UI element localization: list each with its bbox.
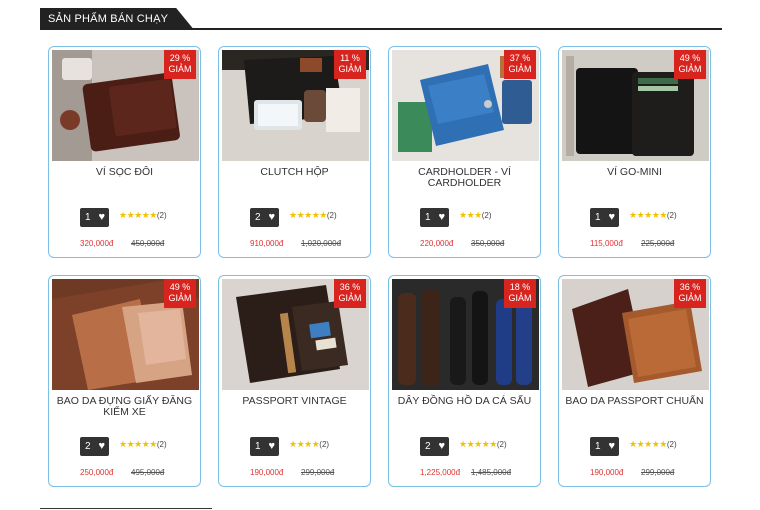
discount-badge: 36 % GIẢM [334, 279, 366, 308]
sale-price: 250,000đ [80, 468, 114, 477]
original-price: 1,020,000đ [301, 239, 342, 248]
product-card[interactable]: 49 % GIẢM VÍ GO-MINI 1 ♥ ★★★★★(2) 115,000đ… [558, 46, 711, 258]
wishlist-count: 1 [425, 212, 431, 223]
product-name[interactable]: VÍ GO-MINI [565, 167, 704, 178]
review-count: (2) [326, 211, 337, 220]
heart-icon: ♥ [438, 211, 445, 223]
discount-badge: 36 % GIẢM [674, 279, 706, 308]
review-count: (2) [319, 440, 330, 449]
star-rating-icon: ★★★★★ [289, 210, 327, 220]
review-count: (2) [156, 440, 167, 449]
star-rating-icon: ★★★★★ [629, 210, 667, 220]
star-rating-icon: ★★★★★ [119, 210, 157, 220]
rating: ★★★★★(2) [629, 438, 677, 451]
wishlist-count: 2 [425, 441, 431, 452]
product-grid: 29 % GIẢM VÍ SỌC ĐÔI 1 ♥ ★★★★★(2) 320,000đ… [48, 46, 716, 487]
wishlist-count: 2 [255, 212, 261, 223]
star-rating-icon: ★★★★★ [119, 439, 157, 449]
wishlist-count: 2 [85, 441, 91, 452]
product-card[interactable]: 18 % GIẢM DÂY ĐỒNG HỒ DA CÁ SẤU 2 ♥ ★★★★★(… [388, 275, 541, 487]
star-rating-icon: ★★★ [459, 210, 482, 220]
add-to-wishlist-button[interactable]: 1 ♥ [590, 208, 619, 227]
discount-badge: 49 % GIẢM [164, 279, 196, 308]
product-card[interactable]: 11 % GIẢM CLUTCH HỘP 2 ♥ ★★★★★(2) 910,000đ… [218, 46, 371, 258]
discount-badge: 29 % GIẢM [164, 50, 196, 79]
heart-icon: ♥ [98, 440, 105, 452]
discount-badge: 18 % GIẢM [504, 279, 536, 308]
add-to-wishlist-button[interactable]: 1 ♥ [80, 208, 109, 227]
original-price: 495,000đ [131, 468, 165, 477]
review-count: (2) [666, 440, 677, 449]
rating: ★★★★★(2) [119, 438, 167, 451]
rating: ★★★★(2) [289, 438, 329, 451]
sale-price: 190,000đ [250, 468, 284, 477]
wishlist-count: 1 [595, 212, 601, 223]
discount-badge: 11 % GIẢM [334, 50, 366, 79]
review-count: (2) [481, 211, 492, 220]
product-name[interactable]: CLUTCH HỘP [225, 167, 364, 178]
sale-price: 910,000đ [250, 239, 284, 248]
add-to-wishlist-button[interactable]: 1 ♥ [590, 437, 619, 456]
product-card[interactable]: 36 % GIẢM PASSPORT VINTAGE 1 ♥ ★★★★(2) 190… [218, 275, 371, 487]
section-title: SẢN PHẨM BÁN CHẠY [40, 8, 194, 30]
product-name[interactable]: DÂY ĐỒNG HỒ DA CÁ SẤU [395, 396, 534, 407]
add-to-wishlist-button[interactable]: 2 ♥ [80, 437, 109, 456]
heart-icon: ♥ [268, 440, 275, 452]
add-to-wishlist-button[interactable]: 2 ♥ [420, 437, 449, 456]
heart-icon: ♥ [98, 211, 105, 223]
wishlist-count: 1 [595, 441, 601, 452]
product-name[interactable]: PASSPORT VINTAGE [225, 396, 364, 407]
star-rating-icon: ★★★★ [289, 439, 320, 449]
product-card[interactable]: 29 % GIẢM VÍ SỌC ĐÔI 1 ♥ ★★★★★(2) 320,000đ… [48, 46, 201, 258]
original-price: 299,000đ [641, 468, 675, 477]
heart-icon: ♥ [608, 211, 615, 223]
heart-icon: ♥ [268, 211, 275, 223]
add-to-wishlist-button[interactable]: 2 ♥ [250, 208, 279, 227]
original-price: 350,000đ [471, 239, 505, 248]
original-price: 450,000đ [131, 239, 165, 248]
sale-price: 115,000đ [590, 239, 623, 248]
star-rating-icon: ★★★★★ [459, 439, 497, 449]
divider [40, 508, 212, 509]
product-name[interactable]: CARDHOLDER - VÍ CARDHOLDER [395, 167, 534, 189]
add-to-wishlist-button[interactable]: 1 ♥ [420, 208, 449, 227]
original-price: 225,000đ [641, 239, 675, 248]
discount-badge: 49 % GIẢM [674, 50, 706, 79]
product-card[interactable]: 49 % GIẢM BAO DA ĐỰNG GIẤY ĐĂNG KIỂM XE 2… [48, 275, 201, 487]
product-name[interactable]: BAO DA PASSPORT CHUẨN [565, 396, 704, 407]
rating: ★★★(2) [459, 209, 492, 222]
star-rating-icon: ★★★★★ [629, 439, 667, 449]
original-price: 1,485,000đ [471, 468, 512, 477]
product-name[interactable]: VÍ SỌC ĐÔI [55, 167, 194, 178]
add-to-wishlist-button[interactable]: 1 ♥ [250, 437, 279, 456]
discount-badge: 37 % GIẢM [504, 50, 536, 79]
product-name[interactable]: BAO DA ĐỰNG GIẤY ĐĂNG KIỂM XE [55, 396, 194, 418]
review-count: (2) [156, 211, 167, 220]
rating: ★★★★★(2) [629, 209, 677, 222]
sale-price: 220,000đ [420, 239, 454, 248]
sale-price: 1,225,000đ [420, 468, 461, 477]
wishlist-count: 1 [85, 212, 91, 223]
review-count: (2) [496, 440, 507, 449]
rating: ★★★★★(2) [459, 438, 507, 451]
original-price: 299,000đ [301, 468, 335, 477]
sale-price: 320,000đ [80, 239, 114, 248]
review-count: (2) [666, 211, 677, 220]
product-card[interactable]: 37 % GIẢM CARDHOLDER - VÍ CARDHOLDER 1 ♥ ★… [388, 46, 541, 258]
product-card[interactable]: 36 % GIẢM BAO DA PASSPORT CHUẨN 1 ♥ ★★★★★(… [558, 275, 711, 487]
heart-icon: ♥ [438, 440, 445, 452]
wishlist-count: 1 [255, 441, 261, 452]
sale-price: 190,000đ [590, 468, 624, 477]
rating: ★★★★★(2) [289, 209, 337, 222]
rating: ★★★★★(2) [119, 209, 167, 222]
heart-icon: ♥ [608, 440, 615, 452]
best-sellers-header: SẢN PHẨM BÁN CHẠY [40, 8, 722, 30]
